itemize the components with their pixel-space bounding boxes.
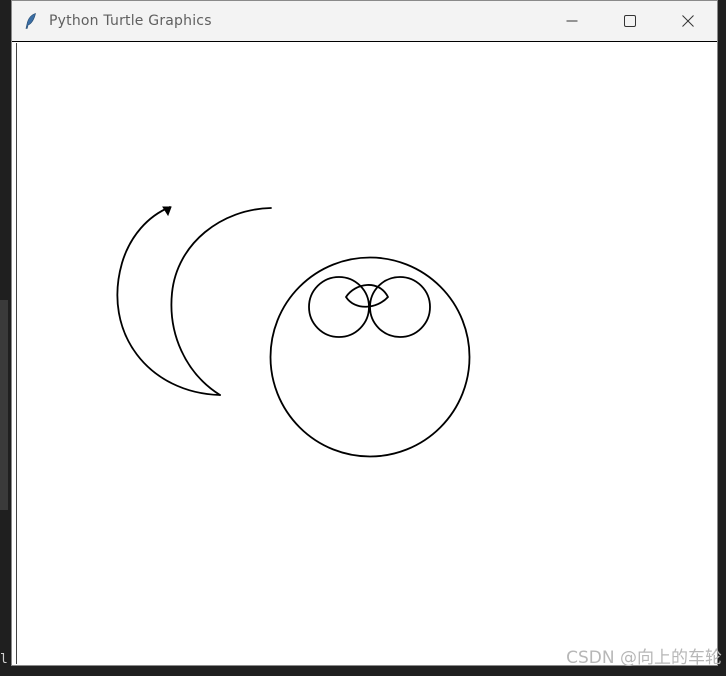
minimize-icon (566, 12, 578, 31)
maximize-button[interactable] (601, 1, 659, 41)
turtle-cursor-arrow (162, 206, 172, 217)
close-button[interactable] (659, 1, 717, 41)
large-circle (269, 256, 471, 458)
window-controls (543, 1, 717, 41)
desktop-background: l Python Turtle Graphics CSDN @向上的车轮 (0, 0, 726, 676)
right-eye-circle (369, 276, 431, 338)
turtle-drawing (116, 206, 471, 458)
minimize-button[interactable] (543, 1, 601, 41)
background-window-edge (0, 300, 8, 510)
turtle-window: Python Turtle Graphics (11, 0, 718, 666)
window-title: Python Turtle Graphics (49, 13, 212, 29)
watermark-text: CSDN @向上的车轮 (566, 648, 722, 668)
crescent-outer-arc (116, 206, 221, 396)
background-terminal-text: l (0, 652, 8, 667)
title-bar[interactable]: Python Turtle Graphics (12, 1, 717, 42)
feather-icon (23, 13, 39, 29)
turtle-canvas[interactable] (16, 43, 714, 664)
crescent-inner-arc (170, 207, 272, 396)
close-icon (682, 12, 694, 31)
maximize-icon (624, 12, 636, 31)
